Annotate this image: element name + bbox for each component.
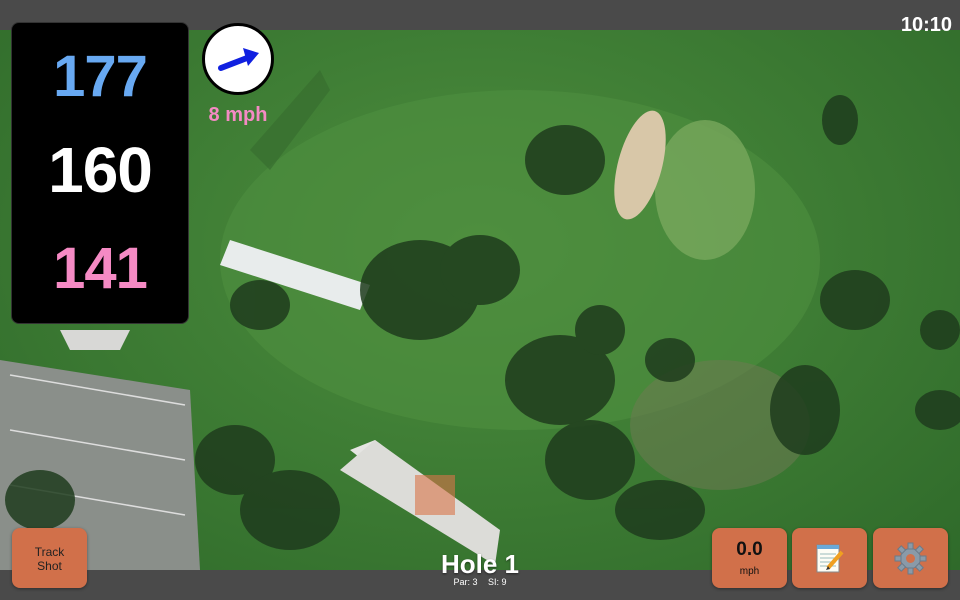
- notepad-icon: [816, 544, 844, 573]
- distance-card: 177 160 141: [11, 22, 189, 324]
- wind-indicator: [202, 23, 274, 95]
- gear-icon: [894, 542, 927, 575]
- hole-meta: Par: 3 SI: 9: [380, 577, 580, 587]
- wind-speed: 8 mph: [188, 104, 288, 127]
- arrow-up-right-icon: [218, 48, 259, 71]
- wind-speed-label: 8 mph: [208, 104, 268, 126]
- hole-par: Par: 3: [453, 577, 478, 587]
- notes-button[interactable]: [792, 528, 867, 588]
- hole-title: Hole 1: [440, 549, 520, 579]
- front-distance: 141: [53, 236, 148, 301]
- track-shot-label: Track Shot: [34, 545, 65, 573]
- middle-distance: 160: [48, 134, 153, 206]
- hole-stroke-index: SI: 9: [488, 577, 507, 587]
- back-distance: 177: [53, 44, 148, 109]
- track-shot-button[interactable]: Track Shot: [12, 528, 87, 588]
- speed-button[interactable]: 0.0 mph: [712, 528, 787, 588]
- speed-value: 0.0: [736, 539, 763, 560]
- clock-time: 10:10: [900, 14, 952, 36]
- settings-button[interactable]: [873, 528, 948, 588]
- speed-unit: mph: [739, 566, 760, 577]
